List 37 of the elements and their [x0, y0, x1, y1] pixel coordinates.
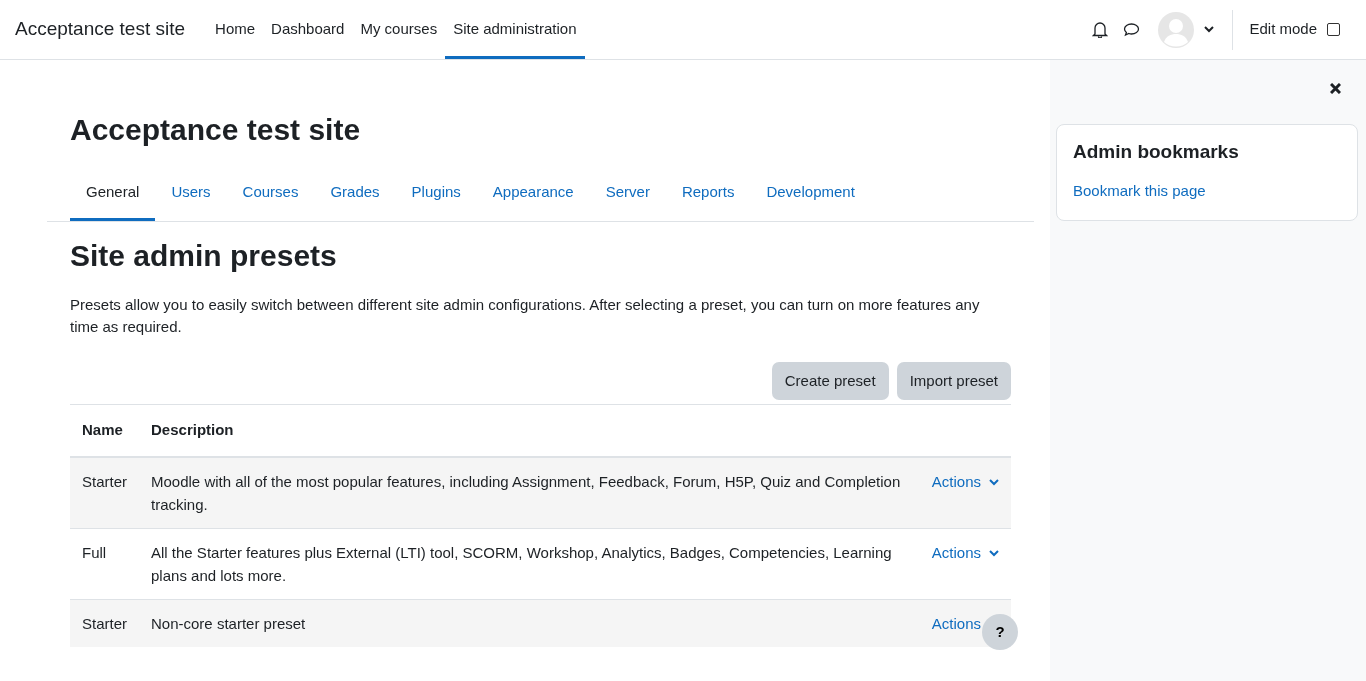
bell-icon[interactable]: [1092, 21, 1109, 38]
nav-link[interactable]: Dashboard: [263, 0, 353, 59]
tab[interactable]: Appearance: [476, 168, 590, 221]
page-title: Acceptance test site: [70, 112, 362, 148]
tab[interactable]: General: [70, 168, 156, 221]
column-header: Description: [139, 404, 920, 457]
caret-icon[interactable]: [1204, 26, 1215, 33]
actions-link[interactable]: Actions: [931, 472, 999, 490]
tab[interactable]: Courses: [226, 168, 315, 221]
intro-text: Presets allow you to easily switch between different site admin configurations. After selecting a preset, you can turn on more features any time as required.: [70, 294, 981, 337]
tab[interactable]: Users: [155, 168, 227, 221]
page-heading: Site admin presets: [70, 237, 338, 274]
table-cell: Starter: [70, 599, 139, 647]
edit-mode-label: Edit mode: [1249, 19, 1317, 40]
nav-link[interactable]: Home: [207, 0, 264, 59]
chat-icon[interactable]: [1123, 22, 1141, 37]
close-icon[interactable]: [1330, 83, 1341, 94]
preset-button[interactable]: Import preset: [896, 361, 1011, 400]
bookmark-link[interactable]: Bookmark this page: [1073, 181, 1206, 199]
table-cell: Non-core starter preset: [139, 599, 920, 647]
actions-link[interactable]: Actions: [931, 614, 981, 632]
edit-mode-toggle[interactable]: [1327, 23, 1340, 36]
tab[interactable]: Reports: [665, 168, 751, 221]
tab[interactable]: Grades: [314, 168, 396, 221]
table-cell: Starter: [70, 456, 139, 528]
tab[interactable]: Server: [589, 168, 666, 221]
actions-link[interactable]: Actions: [931, 543, 999, 561]
help-button[interactable]: ?: [982, 614, 1018, 650]
card-title: Admin bookmarks: [1073, 141, 1240, 164]
table-cell: Moodle with all of the most popular features, including Assignment, Feedback, Forum, H5P, Quiz and Completion tracking.: [139, 456, 920, 528]
nav-link[interactable]: My courses: [352, 0, 446, 59]
nav-link[interactable]: Site administration: [445, 0, 585, 59]
tab[interactable]: Development: [750, 168, 871, 221]
preset-button[interactable]: Create preset: [771, 361, 889, 400]
column-header: Name: [70, 404, 139, 457]
site-name[interactable]: Acceptance test site: [15, 15, 186, 44]
tab[interactable]: Plugins: [395, 168, 477, 221]
